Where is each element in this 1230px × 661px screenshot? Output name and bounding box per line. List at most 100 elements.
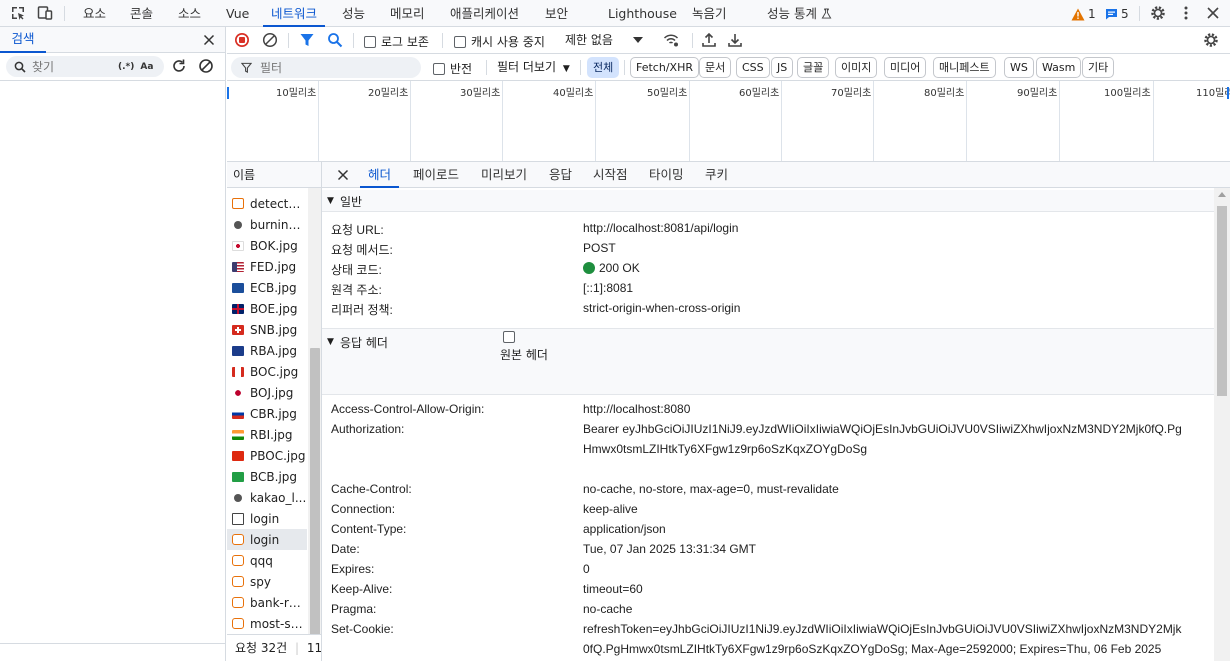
tab-security[interactable]: 보안 [545, 0, 568, 27]
filter-chip-doc[interactable]: 문서 [699, 57, 732, 78]
request-row[interactable]: login [227, 508, 307, 529]
scroll-up-arrow-icon[interactable] [1218, 192, 1226, 197]
disable-cache-box[interactable] [454, 35, 466, 48]
refresh-icon[interactable] [171, 58, 187, 74]
filter-chip-css[interactable]: CSS [736, 57, 770, 78]
disable-cache-checkbox[interactable]: 캐시 사용 중지 [454, 33, 545, 50]
network-overview[interactable]: 10밀리초 20밀리초 30밀리초 40밀리초 50밀리초 60밀리초 70밀리… [227, 81, 1230, 162]
raw-headers-checkbox[interactable] [503, 331, 515, 343]
name-column-header[interactable]: 이름 [227, 162, 321, 188]
filter-chip-manifest[interactable]: 매니페스트 [933, 57, 996, 78]
tab-headers[interactable]: 헤더 [360, 162, 400, 188]
request-row[interactable]: CBR.jpg [227, 403, 307, 424]
tab-preview[interactable]: 미리보기 [481, 162, 527, 188]
request-row[interactable]: detector.js [227, 193, 307, 214]
request-row[interactable]: bank-rat... [227, 592, 307, 613]
scrollbar-thumb[interactable] [310, 348, 320, 635]
throttling-select[interactable]: 제한 없음 [565, 27, 613, 54]
tab-lighthouse[interactable]: Lighthouse [608, 0, 677, 27]
request-row[interactable]: spy [227, 571, 307, 592]
tab-search[interactable]: 검색 [0, 27, 46, 53]
request-row[interactable]: PBOC.jpg [227, 445, 307, 466]
inspect-element-icon[interactable] [10, 5, 26, 21]
tab-timing[interactable]: 타이밍 [649, 162, 684, 188]
preserve-log-box[interactable] [364, 35, 376, 48]
tab-performance[interactable]: 성능 [342, 0, 365, 27]
clear-log-icon[interactable] [262, 32, 278, 48]
request-row[interactable]: SNB.jpg [227, 319, 307, 340]
tab-vue[interactable]: Vue [226, 0, 249, 27]
filter-chip-all[interactable]: 전체 [587, 57, 620, 78]
request-row[interactable]: kakao_l... [227, 487, 307, 508]
record-stop-icon[interactable] [234, 32, 250, 48]
request-row[interactable]: BOK.jpg [227, 235, 307, 256]
search-box[interactable]: (.*) Aa [6, 56, 164, 77]
request-list-scrollbar[interactable] [308, 188, 321, 635]
request-row[interactable]: login [227, 529, 307, 550]
network-settings-icon[interactable] [1203, 32, 1219, 48]
tab-application[interactable]: 애플리케이션 [450, 0, 519, 27]
request-row[interactable]: BOC.jpg [227, 361, 307, 382]
match-case-toggle[interactable]: Aa [140, 62, 153, 72]
chevron-down-icon[interactable] [633, 36, 643, 44]
filter-chip-img[interactable]: 이미지 [835, 57, 878, 78]
import-har-icon[interactable] [701, 32, 717, 48]
filter-chip-wasm[interactable]: Wasm [1036, 57, 1082, 78]
close-drawer-icon[interactable] [201, 32, 217, 48]
request-row[interactable]: burning.... [227, 214, 307, 235]
tab-network[interactable]: 네트워크 [263, 0, 326, 27]
response-headers-section-header[interactable]: ▼ 응답 헤더 원본 헤더 [322, 328, 1214, 395]
filter-chip-ws[interactable]: WS [1004, 57, 1034, 78]
search-input[interactable] [32, 59, 112, 74]
filter-toggle-icon[interactable] [299, 32, 315, 48]
request-row[interactable]: BOE.jpg [227, 298, 307, 319]
tab-elements[interactable]: 요소 [83, 0, 106, 27]
filter-chip-other[interactable]: 기타 [1082, 57, 1115, 78]
tab-sources[interactable]: 소스 [178, 0, 201, 27]
tab-performance-insights[interactable]: 성능 통계 [767, 0, 832, 27]
raw-headers-toggle[interactable]: 원본 헤더 [500, 331, 550, 367]
device-toolbar-icon[interactable] [37, 5, 53, 21]
tab-response[interactable]: 응답 [549, 162, 572, 188]
tab-cookies[interactable]: 쿠키 [705, 162, 728, 188]
messages-badge[interactable]: 5 [1105, 6, 1129, 22]
export-har-icon[interactable] [727, 32, 743, 48]
search-network-icon[interactable] [327, 32, 343, 48]
general-section-header[interactable]: ▼ 일반 [322, 190, 1214, 212]
settings-gear-icon[interactable] [1150, 5, 1166, 21]
request-row[interactable]: ECB.jpg [227, 277, 307, 298]
close-details-icon[interactable] [335, 167, 351, 183]
request-row[interactable]: RBA.jpg [227, 340, 307, 361]
more-options-icon[interactable] [1178, 5, 1194, 21]
filter-chip-media[interactable]: 미디어 [884, 57, 927, 78]
regex-toggle[interactable]: (.*) [118, 62, 134, 72]
filter-input[interactable] [260, 60, 410, 75]
clear-search-icon[interactable] [198, 58, 214, 74]
request-row[interactable]: BCB.jpg [227, 466, 307, 487]
scrollbar-thumb[interactable] [1217, 206, 1227, 396]
request-row[interactable]: BOJ.jpg [227, 382, 307, 403]
tab-initiator[interactable]: 시작점 [593, 162, 628, 188]
invert-checkbox[interactable]: 반전 [433, 60, 472, 77]
request-row[interactable]: FED.jpg [227, 256, 307, 277]
network-conditions-icon[interactable] [663, 32, 679, 48]
close-devtools-icon[interactable] [1205, 5, 1221, 21]
tab-console[interactable]: 콘솔 [130, 0, 153, 27]
filter-chip-font[interactable]: 글꼴 [797, 57, 830, 78]
preserve-log-checkbox[interactable]: 로그 보존 [364, 33, 429, 50]
filter-chip-fetch-xhr[interactable]: Fetch/XHR [630, 57, 699, 78]
request-row[interactable]: qqq [227, 550, 307, 571]
details-scrollbar[interactable] [1214, 188, 1230, 661]
filter-chip-js[interactable]: JS [771, 57, 794, 78]
request-row[interactable]: most-se... [227, 613, 307, 634]
invert-box[interactable] [433, 62, 445, 75]
filter-box[interactable] [231, 57, 421, 78]
fetch-icon [232, 576, 244, 587]
tab-payload[interactable]: 페이로드 [413, 162, 459, 188]
more-filters-dropdown[interactable]: 필터 더보기 ▼ [497, 54, 570, 81]
overview-tick [595, 81, 596, 161]
warnings-badge[interactable]: 1 [1071, 6, 1096, 22]
tab-memory[interactable]: 메모리 [390, 0, 425, 27]
request-row[interactable]: RBI.jpg [227, 424, 307, 445]
tab-recorder[interactable]: 녹음기 [692, 0, 727, 27]
